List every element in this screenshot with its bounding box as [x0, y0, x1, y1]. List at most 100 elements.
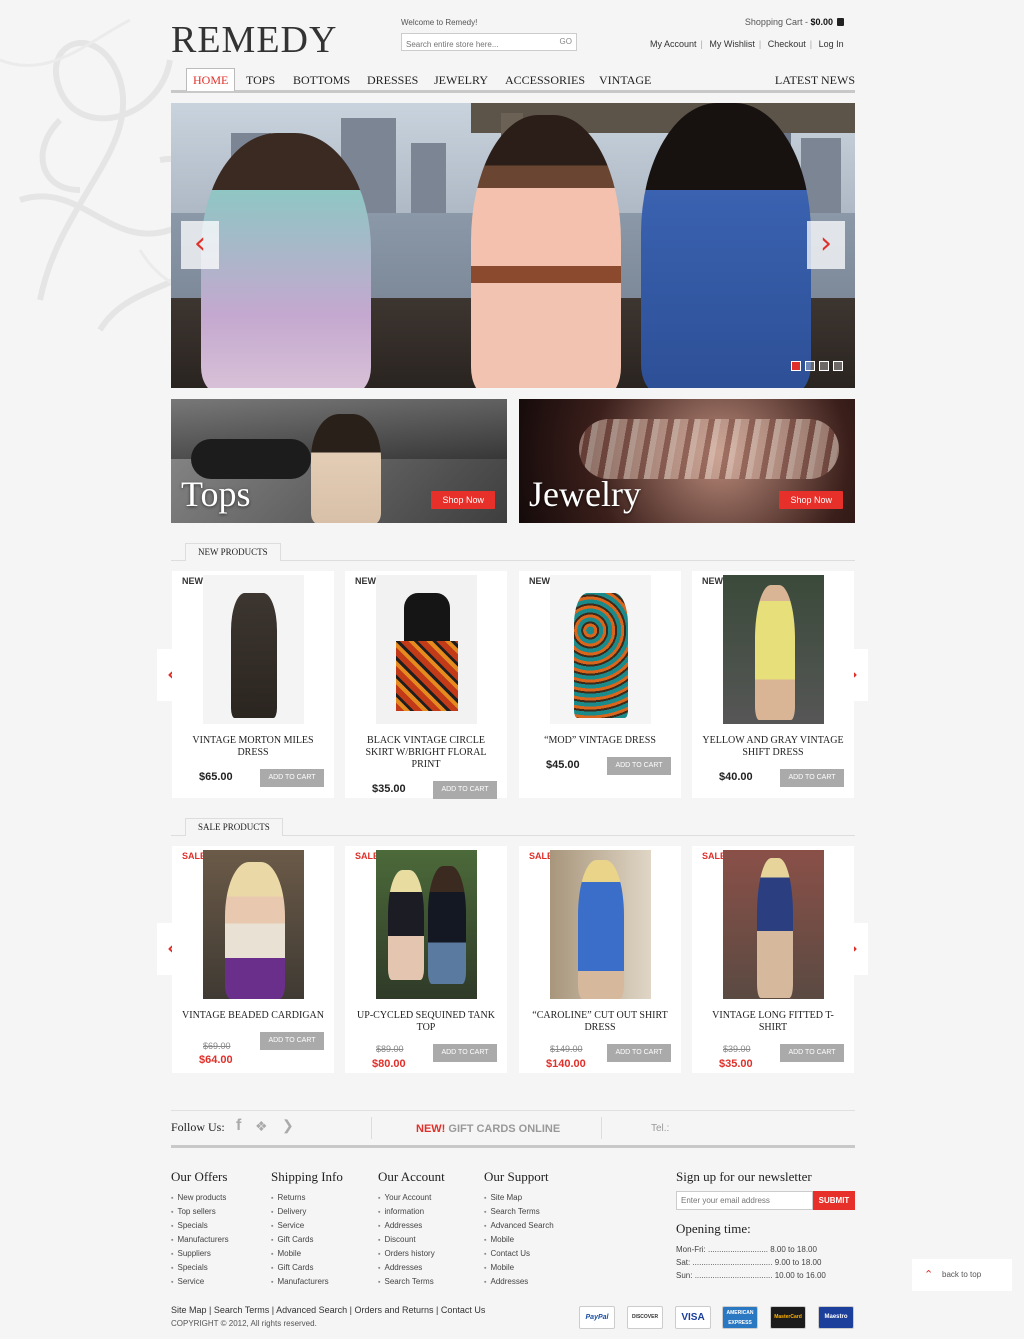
footer-link[interactable]: Orders history	[378, 1247, 445, 1261]
bottom-link-site-map[interactable]: Site Map	[171, 1305, 207, 1315]
shopping-cart[interactable]: Shopping Cart - $0.00	[745, 17, 844, 27]
nav-vintage[interactable]: VINTAGE	[599, 71, 651, 93]
footer-link[interactable]: Service	[171, 1275, 229, 1289]
add-to-cart-button[interactable]: ADD TO CART	[260, 769, 324, 787]
footer-link[interactable]: Gift Cards	[271, 1233, 343, 1247]
product-image[interactable]	[550, 575, 651, 724]
gift-cards-link[interactable]: NEW! GIFT CARDS ONLINE	[416, 1123, 560, 1135]
footer-link[interactable]: Search Terms	[484, 1205, 554, 1219]
slide-dot-1[interactable]	[791, 361, 801, 371]
add-to-cart-button[interactable]: ADD TO CART	[780, 769, 844, 787]
footer-link[interactable]: Mobile	[271, 1247, 343, 1261]
footer-link[interactable]: Gift Cards	[271, 1261, 343, 1275]
hero-next-arrow[interactable]: ›	[807, 221, 845, 269]
facebook-icon[interactable]: f	[236, 1117, 241, 1135]
add-to-cart-button[interactable]: ADD TO CART	[433, 781, 497, 799]
footer-link[interactable]: Manufacturers	[171, 1233, 228, 1247]
search-go-button[interactable]: GO	[560, 37, 572, 46]
back-to-top-button[interactable]: ⌃ back to top	[912, 1259, 1012, 1291]
my-account-link[interactable]: My Account	[650, 39, 697, 49]
footer-link[interactable]: Site Map	[484, 1191, 554, 1205]
bottom-link-search-terms[interactable]: Search Terms	[214, 1305, 269, 1315]
product-name[interactable]: “MOD” VINTAGE DRESS	[529, 735, 671, 747]
my-wishlist-link[interactable]: My Wishlist	[709, 39, 755, 49]
footer-link[interactable]: Search Terms	[378, 1275, 445, 1289]
footer-link[interactable]: Returns	[271, 1191, 343, 1205]
product-image[interactable]	[203, 850, 304, 999]
add-to-cart-button[interactable]: ADD TO CART	[260, 1032, 324, 1050]
footer-link[interactable]: Specials	[171, 1219, 229, 1233]
add-to-cart-button[interactable]: ADD TO CART	[780, 1044, 844, 1062]
footer-link[interactable]: Delivery	[271, 1205, 343, 1219]
footer-link[interactable]: Addresses	[378, 1219, 445, 1233]
jewelry-shop-now-button[interactable]: Shop Now	[779, 491, 843, 509]
product-card[interactable]: NEW BLACK VINTAGE CIRCLE SKIRT W/BRIGHT …	[345, 571, 507, 799]
bottom-link-advanced-search[interactable]: Advanced Search	[276, 1305, 347, 1315]
footer-link[interactable]: Suppliers	[171, 1247, 229, 1261]
footer-link[interactable]: Discount	[378, 1233, 445, 1247]
product-name[interactable]: VINTAGE BEADED CARDIGAN	[182, 1010, 324, 1022]
product-name[interactable]: YELLOW AND GRAY VINTAGE SHIFT DRESS	[702, 735, 844, 759]
footer-link[interactable]: Top sellers	[171, 1205, 229, 1219]
checkout-link[interactable]: Checkout	[768, 39, 806, 49]
bottom-link-orders-returns[interactable]: Orders and Returns	[354, 1305, 433, 1315]
twitter-icon[interactable]: ❖	[255, 1118, 268, 1135]
add-to-cart-button[interactable]: ADD TO CART	[607, 757, 671, 775]
newsletter-submit-button[interactable]: SUBMIT	[813, 1191, 855, 1210]
product-card[interactable]: SALE VINTAGE LONG FITTED T-SHIRT $39.00 …	[692, 846, 854, 1073]
footer-link[interactable]: Manufacturers	[271, 1275, 343, 1289]
footer-link[interactable]: Specials	[171, 1261, 229, 1275]
product-name[interactable]: “CAROLINE” CUT OUT SHIRT DRESS	[529, 1010, 671, 1034]
product-image[interactable]	[376, 575, 477, 724]
nav-tops[interactable]: TOPS	[246, 71, 275, 93]
login-link[interactable]: Log In	[819, 39, 844, 49]
footer-link[interactable]: information	[378, 1205, 445, 1219]
footer-link[interactable]: Addresses	[484, 1275, 554, 1289]
nav-accessories[interactable]: ACCESSORIES	[505, 71, 585, 93]
shopping-bag-icon	[837, 18, 844, 26]
newsletter-email-input[interactable]	[676, 1191, 813, 1210]
tops-banner[interactable]: Tops Shop Now	[171, 399, 507, 523]
account-links: My Account | My Wishlist | Checkout | Log I…	[650, 39, 844, 49]
product-card[interactable]: SALE “CAROLINE” CUT OUT SHIRT DRESS $149…	[519, 846, 681, 1073]
product-image[interactable]	[723, 575, 824, 724]
product-image[interactable]	[203, 575, 304, 724]
hero-prev-arrow[interactable]: ‹	[181, 221, 219, 269]
footer-link[interactable]: Mobile	[484, 1261, 554, 1275]
slide-dot-3[interactable]	[819, 361, 829, 371]
nav-dresses[interactable]: DRESSES	[367, 71, 418, 93]
product-card[interactable]: NEW “MOD” VINTAGE DRESS $45.00 ADD TO CA…	[519, 571, 681, 798]
footer-link[interactable]: Contact Us	[484, 1247, 554, 1261]
product-card[interactable]: NEW YELLOW AND GRAY VINTAGE SHIFT DRESS …	[692, 571, 854, 798]
search-input[interactable]	[402, 37, 542, 52]
footer-link[interactable]: Service	[271, 1219, 343, 1233]
footer-link[interactable]: Your Account	[378, 1191, 445, 1205]
product-name[interactable]: VINTAGE MORTON MILES DRESS	[182, 735, 324, 759]
slide-dot-4[interactable]	[833, 361, 843, 371]
product-name[interactable]: BLACK VINTAGE CIRCLE SKIRT W/BRIGHT FLOR…	[355, 735, 497, 771]
product-card[interactable]: NEW VINTAGE MORTON MILES DRESS $65.00 AD…	[172, 571, 334, 798]
product-card[interactable]: SALE VINTAGE BEADED CARDIGAN $69.00 $64.…	[172, 846, 334, 1073]
jewelry-banner[interactable]: Jewelry Shop Now	[519, 399, 855, 523]
rss-icon[interactable]: ❯	[282, 1117, 294, 1134]
product-image[interactable]	[723, 850, 824, 999]
slide-dot-2[interactable]	[805, 361, 815, 371]
product-name[interactable]: VINTAGE LONG FITTED T-SHIRT	[702, 1010, 844, 1034]
product-name[interactable]: UP-CYCLED SEQUINED TANK TOP	[355, 1010, 497, 1034]
footer-link[interactable]: Mobile	[484, 1233, 554, 1247]
product-image[interactable]	[376, 850, 477, 999]
product-image[interactable]	[550, 850, 651, 999]
footer-link[interactable]: Addresses	[378, 1261, 445, 1275]
nav-bottoms[interactable]: BOTTOMS	[293, 71, 350, 93]
nav-latest-news[interactable]: LATEST NEWS	[775, 71, 855, 93]
logo[interactable]: REMEDY	[171, 18, 337, 62]
footer-link[interactable]: New products	[171, 1191, 229, 1205]
add-to-cart-button[interactable]: ADD TO CART	[607, 1044, 671, 1062]
tops-shop-now-button[interactable]: Shop Now	[431, 491, 495, 509]
nav-jewelry[interactable]: JEWELRY	[434, 71, 488, 93]
bottom-link-contact-us[interactable]: Contact Us	[441, 1305, 486, 1315]
product-card[interactable]: SALE UP-CYCLED SEQUINED TANK TOP $89.00 …	[345, 846, 507, 1073]
nav-home[interactable]: HOME	[186, 68, 236, 91]
add-to-cart-button[interactable]: ADD TO CART	[433, 1044, 497, 1062]
footer-link[interactable]: Advanced Search	[484, 1219, 553, 1233]
